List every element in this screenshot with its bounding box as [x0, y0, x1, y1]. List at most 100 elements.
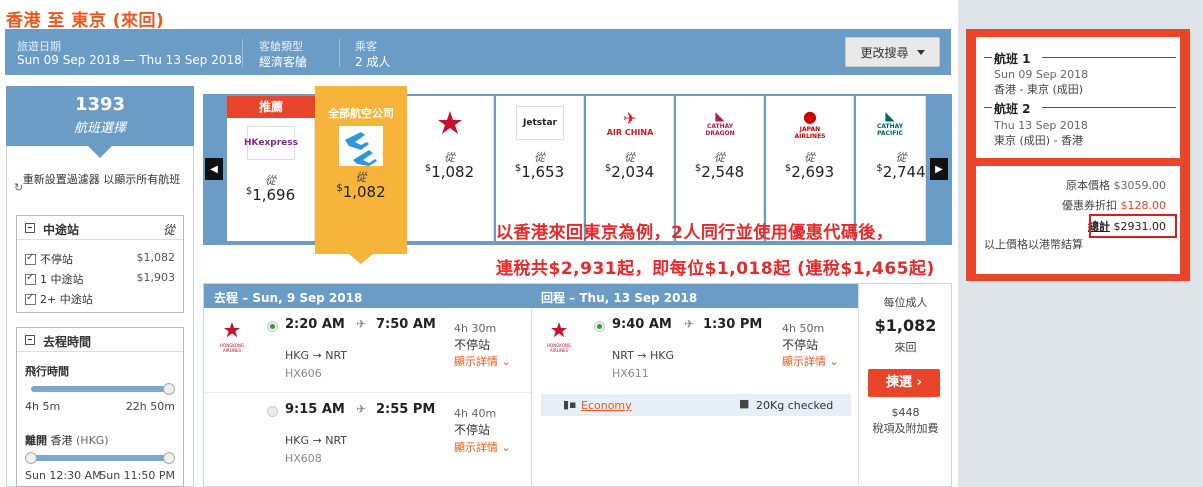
checkbox[interactable]	[25, 272, 36, 285]
departure-time: 9:40 AM	[612, 317, 672, 332]
count-pointer	[88, 146, 112, 158]
arrival-time: 2:55 PM	[376, 402, 436, 417]
discount-row: 優惠券折扣 $128.00	[1062, 199, 1166, 212]
currency-note: 以上價格以港幣結算	[984, 238, 1083, 251]
checkbox[interactable]	[25, 292, 36, 305]
card-price: $2,693	[784, 163, 835, 181]
outbound-time-title: 去程時間	[43, 335, 92, 349]
airline-card-hongkong-airlines[interactable]: 從 $1,082	[406, 96, 494, 241]
airline-card-hkexpress[interactable]: 推薦 HKexpress 從 $1,696	[227, 96, 315, 241]
slider-handle[interactable]	[163, 383, 175, 395]
arrival-time: 7:50 AM	[376, 317, 436, 332]
carousel-prev-icon[interactable]: ◀	[205, 158, 223, 180]
stops-filter-title: 中途站	[43, 223, 80, 237]
outbound-time-filter: 去程時間 飛行時間 4h 5m 22h 50m 離開 香港 (HKG) Sun …	[16, 327, 184, 487]
fare-info-bar: ▮▪ Economy ■ 20Kg checked	[541, 394, 851, 416]
stops-option-nonstop[interactable]: 不停站 $1,082	[25, 251, 175, 267]
show-details-link[interactable]: 顯示詳情 ⌄	[454, 439, 511, 455]
per-adult-price: $1,082	[874, 316, 937, 335]
stops-filter-header[interactable]: 中途站 從	[17, 216, 183, 240]
stops: 不停站	[454, 423, 491, 437]
plane-icon: ✈	[356, 402, 367, 416]
passengers-value: 2 成人	[355, 55, 391, 69]
leg2-date: Thu 13 Sep 2018	[994, 119, 1088, 132]
slider-handle[interactable]	[25, 452, 37, 464]
from-label: 從	[162, 223, 175, 237]
divider	[1042, 57, 1176, 58]
all-airlines-price: $1,082	[336, 183, 386, 201]
depart-time-slider[interactable]	[31, 455, 171, 461]
stops-option-1stop[interactable]: 1 中途站 $1,903	[25, 271, 175, 287]
hkexpress-logo: HKexpress	[244, 126, 298, 160]
divider	[531, 308, 532, 487]
radio-icon[interactable]	[267, 406, 278, 417]
flight-code: HX608	[285, 452, 322, 465]
leg1-date: Sun 09 Sep 2018	[994, 68, 1089, 81]
depart-city: 香港	[50, 434, 73, 447]
dates-value: Sun 09 Sep 2018 — Thu 13 Sep 2018	[17, 53, 242, 67]
slider-handle[interactable]	[163, 452, 175, 464]
depart-min: Sun 12:30 AM	[25, 469, 102, 482]
modify-search-button[interactable]: 更改搜尋	[845, 37, 940, 67]
leg2-title: 航班 2	[994, 102, 1031, 116]
hongkong-airlines-logo: HONGKONG AIRLINES	[541, 320, 577, 353]
hongkong-airlines-logo: HONGKONG AIRLINES	[214, 320, 250, 353]
modify-search-label: 更改搜尋	[860, 45, 909, 60]
checkbox[interactable]	[25, 252, 36, 265]
option-label: 1 中途站	[40, 273, 84, 286]
dates-label: 旅遊日期	[17, 40, 61, 53]
select-flight-button[interactable]: 揀選 ›	[868, 369, 940, 397]
result-count-label: 航班選擇	[73, 121, 126, 136]
flight-code: HX606	[285, 367, 322, 380]
flight-result-card: 去程 – Sun, 9 Sep 2018 回程 – Thu, 13 Sep 20…	[203, 283, 952, 487]
outbound-header: 去程 – Sun, 9 Sep 2018	[204, 284, 531, 308]
page-title: 香港 至 東京 (來回)	[6, 11, 165, 31]
leg1-title: 航班 1	[994, 52, 1031, 66]
departure-time: 9:15 AM	[285, 402, 345, 417]
chevron-down-icon	[916, 49, 925, 55]
show-details-link[interactable]: 顯示詳情 ⌄	[782, 353, 839, 369]
divider	[858, 284, 859, 487]
route: HKG → NRT	[285, 349, 348, 362]
itinerary-summary: 航班 1 Sun 09 Sep 2018 香港 - 東京 (成田) 航班 2 T…	[976, 37, 1180, 158]
option-price: $1,082	[136, 251, 176, 264]
route: NRT → HKG	[612, 349, 675, 362]
flight-time-max: 22h 50m	[125, 400, 175, 413]
radio-selected-icon[interactable]	[594, 321, 605, 332]
card-price: $2,034	[604, 163, 655, 181]
tax-label: 稅項及附加費	[872, 422, 939, 435]
radio-selected-icon[interactable]	[267, 321, 278, 332]
reset-filters-link[interactable]: 重新設置過濾器 以顯示所有航班	[14, 173, 189, 187]
leg2-route: 東京 (成田) - 香港	[994, 134, 1084, 147]
stops-filter: 中途站 從 不停站 $1,082 1 中途站 $1,903 2+ 中途站	[16, 215, 184, 313]
flight-code: HX611	[612, 367, 649, 380]
outbound-time-header[interactable]: 去程時間	[17, 328, 183, 352]
plane-icon: ✈	[684, 317, 695, 331]
carousel-next-icon[interactable]: ▶	[930, 158, 948, 180]
stops-option-2plus[interactable]: 2+ 中途站	[25, 291, 175, 307]
per-adult-label: 每位成人	[883, 296, 928, 309]
flight-time-slider[interactable]	[31, 386, 171, 392]
divider	[1042, 107, 1176, 108]
baggage-allowance: 20Kg checked	[756, 399, 834, 412]
option-label: 不停站	[40, 253, 73, 266]
featured-badge: 推薦	[227, 96, 315, 118]
divider	[204, 392, 531, 393]
divider	[984, 57, 992, 58]
leg1-route: 香港 - 東京 (成田)	[994, 83, 1084, 96]
card-price: $2,548	[694, 163, 745, 181]
show-details-link[interactable]: 顯示詳情 ⌄	[454, 353, 511, 369]
arrival-time: 1:30 PM	[703, 317, 763, 332]
cathay-dragon-logo: ◣ CATHAY DRAGON	[705, 109, 735, 137]
cabin-class-link[interactable]: Economy	[581, 399, 632, 412]
plane-icon: ✈	[356, 317, 367, 331]
seat-icon: ▮▪	[563, 398, 577, 411]
all-airlines-tab[interactable]: 全部航空公司 從 $1,082	[315, 86, 407, 254]
depart-label: 離開	[25, 434, 47, 447]
depart-max: Sun 11:50 PM	[99, 469, 175, 482]
card-price: $1,653	[514, 163, 565, 181]
cathay-pacific-logo: ◣ CATHAY PACIFIC	[876, 109, 904, 137]
option-price: $1,903	[136, 271, 176, 284]
divider	[339, 39, 340, 67]
jetstar-logo: Jetstar	[516, 106, 564, 140]
